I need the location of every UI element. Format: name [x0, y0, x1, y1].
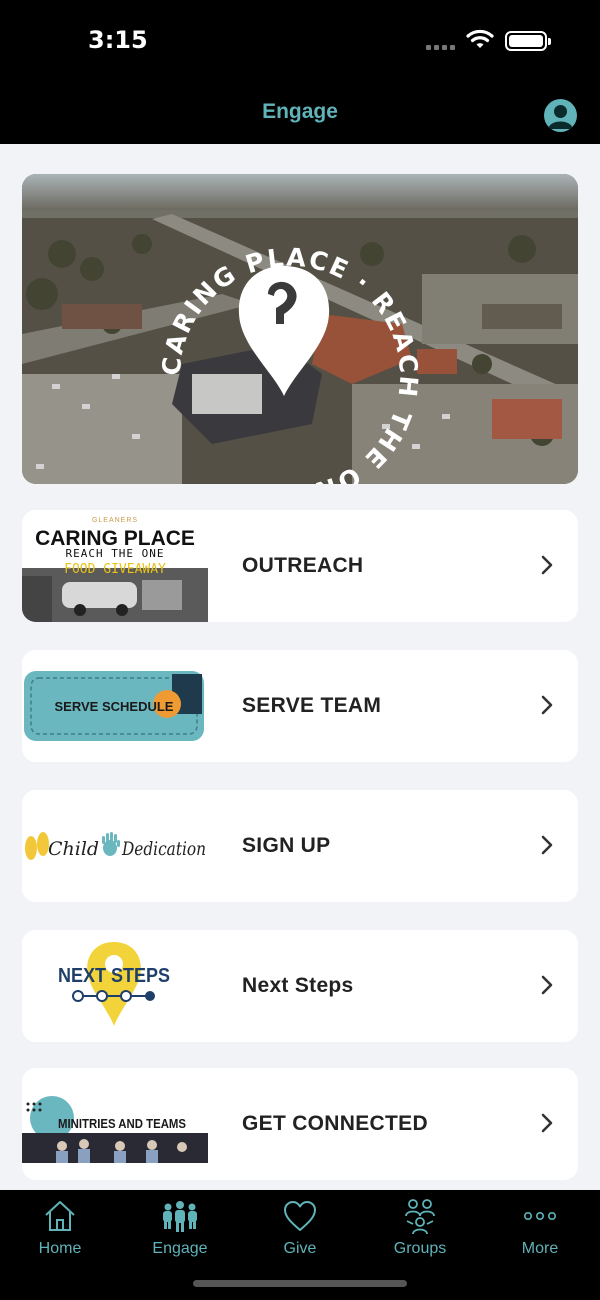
card-serve-team[interactable]: SERVE SCHEDULE SERVE TEAM	[22, 650, 578, 762]
svg-text:REACH THE ONE: REACH THE ONE	[65, 547, 164, 560]
chevron-right-icon	[541, 555, 553, 575]
tab-home-label: Home	[38, 1240, 82, 1257]
tab-more[interactable]: More	[480, 1196, 600, 1266]
card-outreach[interactable]: GLEANERS CARING PLACE REACH THE ONE FOOD…	[22, 510, 578, 622]
status-time: 3:15	[88, 26, 148, 54]
tab-give[interactable]: Give	[240, 1196, 360, 1266]
chevron-right-icon	[541, 1113, 553, 1133]
engage-content[interactable]: CARING PLACE · REACH THE ONE · GLEANERS …	[0, 144, 600, 1190]
card-get-connected-label: GET CONNECTED	[242, 1112, 428, 1135]
card-outreach-label: OUTREACH	[242, 554, 364, 577]
child-dedication-thumbnail: Child Dedication	[22, 790, 208, 902]
card-sign-up-label: SIGN UP	[242, 834, 331, 857]
navigation-bar: Engage	[0, 86, 600, 144]
page-title: Engage	[262, 100, 338, 123]
outreach-thumbnail: GLEANERS CARING PLACE REACH THE ONE FOOD…	[22, 510, 208, 622]
hero-banner[interactable]: CARING PLACE · REACH THE ONE ·	[22, 174, 578, 484]
tab-home[interactable]: Home	[0, 1196, 120, 1266]
next-steps-thumbnail: NEXT STEPS	[22, 930, 208, 1042]
cellular-signal-icon	[426, 45, 455, 50]
house-icon	[45, 1201, 75, 1231]
card-next-steps-label: Next Steps	[242, 974, 354, 997]
serve-schedule-thumbnail: SERVE SCHEDULE	[22, 650, 208, 762]
more-dots-icon	[523, 1211, 556, 1221]
svg-text:SERVE SCHEDULE: SERVE SCHEDULE	[55, 699, 174, 714]
tab-give-label: Give	[283, 1240, 317, 1257]
chevron-right-icon	[541, 695, 553, 715]
people-icon	[163, 1201, 197, 1232]
person-circle-icon	[548, 105, 573, 129]
tab-groups[interactable]: Groups	[360, 1196, 480, 1266]
svg-text:MINITRIES AND TEAMS: MINITRIES AND TEAMS	[58, 1116, 186, 1131]
card-serve-team-label: SERVE TEAM	[242, 694, 382, 717]
hero-aerial-image: CARING PLACE · REACH THE ONE ·	[22, 174, 578, 484]
tab-engage-label: Engage	[152, 1240, 208, 1257]
chevron-right-icon	[541, 975, 553, 995]
svg-text:Child: Child	[48, 838, 99, 860]
battery-icon	[505, 31, 551, 51]
home-indicator[interactable]	[193, 1280, 407, 1287]
groups-icon	[405, 1199, 435, 1235]
svg-text:FOOD GIVEAWAY: FOOD GIVEAWAY	[64, 562, 166, 577]
tab-engage[interactable]: Engage	[120, 1196, 240, 1266]
heart-icon	[284, 1201, 316, 1231]
svg-text:Dedication: Dedication	[121, 838, 206, 860]
profile-button[interactable]	[544, 99, 577, 132]
card-sign-up[interactable]: Child Dedication SIGN UP	[22, 790, 578, 902]
status-bar: 3:15	[0, 0, 600, 86]
card-next-steps[interactable]: NEXT STEPS Next Steps	[22, 930, 578, 1042]
tab-bar: Home Engage Give Groups More	[0, 1190, 600, 1300]
wifi-icon	[466, 29, 494, 48]
chevron-right-icon	[541, 835, 553, 855]
ministries-teams-thumbnail: MINITRIES AND TEAMS	[22, 1068, 208, 1180]
tab-more-label: More	[521, 1240, 559, 1257]
card-get-connected[interactable]: MINITRIES AND TEAMS GET CONNECTED	[22, 1068, 578, 1180]
tab-groups-label: Groups	[393, 1240, 447, 1257]
svg-text:NEXT STEPS: NEXT STEPS	[58, 965, 170, 987]
svg-text:GLEANERS: GLEANERS	[92, 517, 138, 524]
